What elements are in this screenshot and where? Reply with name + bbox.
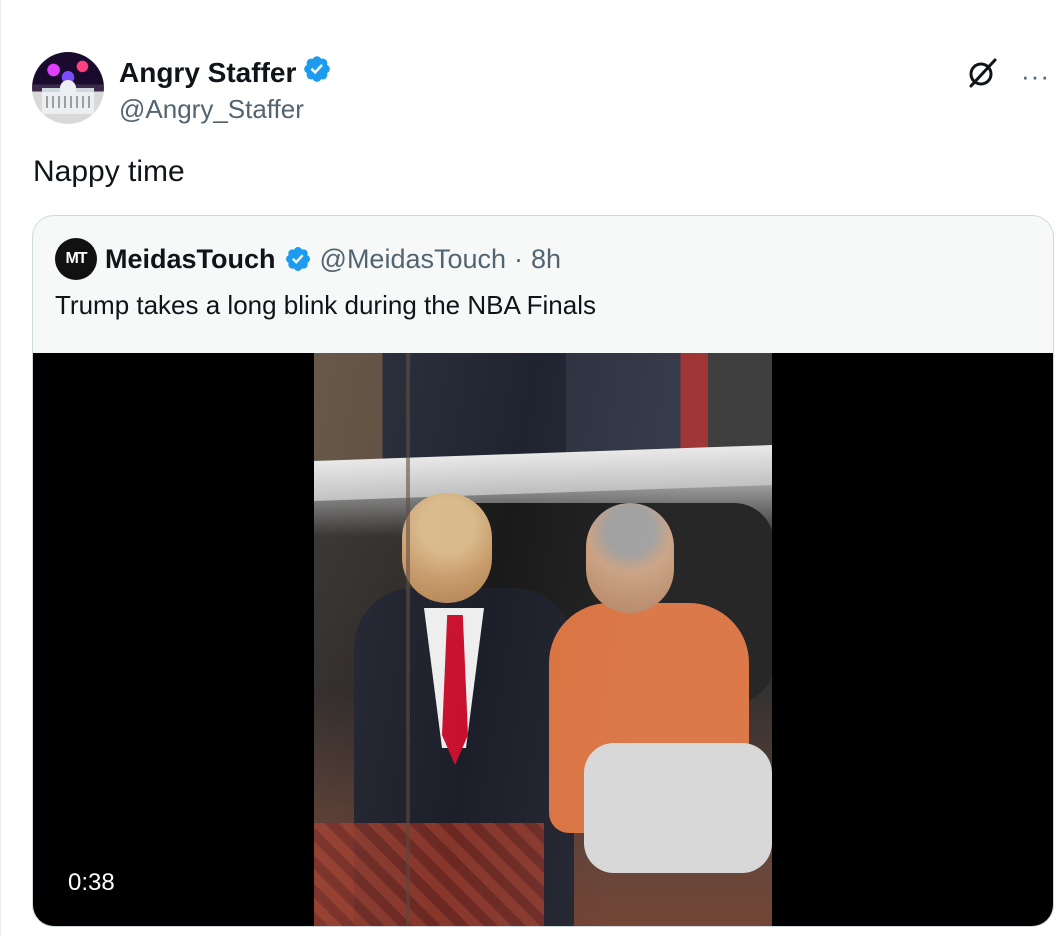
quote-timestamp[interactable]: 8h [531, 239, 561, 279]
quoted-tweet[interactable]: MT MeidasTouch @MeidasTouch · 8h Trump t… [32, 215, 1054, 927]
video-duration: 0:38 [56, 864, 127, 902]
video-player[interactable]: 0:38 [33, 353, 1053, 926]
author-avatar[interactable] [32, 52, 104, 124]
author-handle[interactable]: @Angry_Staffer [119, 92, 332, 126]
grok-icon[interactable] [965, 56, 999, 95]
quote-text: Trump takes a long blink during the NBA … [55, 290, 596, 320]
tweet-actions: ··· [965, 56, 1050, 95]
author-name[interactable]: Angry Staffer [119, 56, 296, 90]
verified-badge-icon[interactable] [302, 54, 332, 92]
tweet-text: Nappy time [33, 155, 185, 188]
quote-handle[interactable]: @MeidasTouch [320, 239, 507, 279]
video-frame[interactable] [314, 353, 772, 926]
author-block: Angry Staffer @Angry_Staffer [119, 54, 332, 126]
author-name-row[interactable]: Angry Staffer [119, 54, 332, 92]
quote-separator: · [514, 244, 524, 274]
quote-author-name[interactable]: MeidasTouch [105, 239, 276, 279]
verified-badge-icon [284, 245, 312, 273]
quote-avatar[interactable]: MT [55, 238, 97, 280]
quote-header: MT MeidasTouch @MeidasTouch · 8h [55, 238, 561, 280]
timeline-border [0, 0, 1, 936]
more-icon[interactable]: ··· [1021, 63, 1050, 89]
